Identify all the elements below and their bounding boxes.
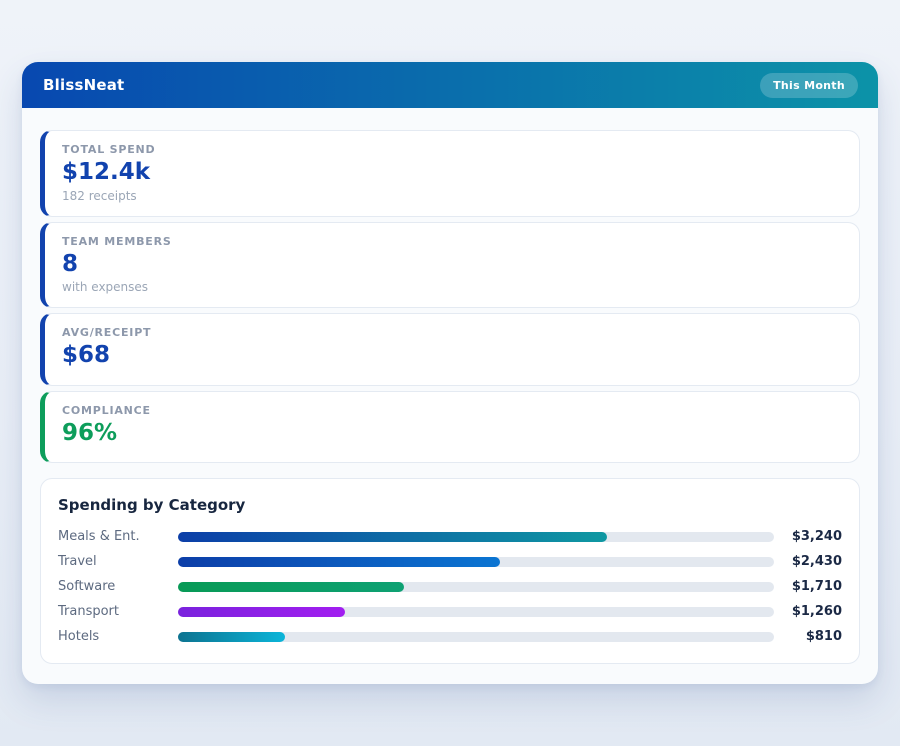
category-value: $810 xyxy=(774,629,842,644)
stat-label: AVG/RECEIPT xyxy=(62,326,842,339)
stat-value: $68 xyxy=(62,342,842,370)
stat-sub: with expenses xyxy=(62,280,842,294)
dashboard-panel: BlissNeat This Month TOTAL SPEND $12.4k … xyxy=(22,62,878,684)
stat-value: 96% xyxy=(62,420,842,448)
stat-card: AVG/RECEIPT $68 xyxy=(40,313,860,386)
category-row: Hotels $810 xyxy=(58,624,842,649)
app-header: BlissNeat This Month xyxy=(22,62,878,108)
dashboard-content: TOTAL SPEND $12.4k 182 receipts TEAM MEM… xyxy=(22,108,878,664)
category-row: Meals & Ent. $3,240 xyxy=(58,524,842,549)
bar-fill xyxy=(178,557,500,567)
category-value: $2,430 xyxy=(774,554,842,569)
stat-card: TEAM MEMBERS 8 with expenses xyxy=(40,222,860,309)
bar-track xyxy=(178,557,774,567)
category-label: Software xyxy=(58,579,178,594)
category-label: Hotels xyxy=(58,629,178,644)
category-value: $1,710 xyxy=(774,579,842,594)
bar-fill xyxy=(178,582,404,592)
app-title: BlissNeat xyxy=(43,76,124,94)
bar-track xyxy=(178,607,774,617)
bar-fill xyxy=(178,632,285,642)
stat-card: TOTAL SPEND $12.4k 182 receipts xyxy=(40,130,860,217)
category-row: Transport $1,260 xyxy=(58,599,842,624)
category-label: Meals & Ent. xyxy=(58,529,178,544)
category-row: Software $1,710 xyxy=(58,574,842,599)
category-label: Travel xyxy=(58,554,178,569)
category-value: $3,240 xyxy=(774,529,842,544)
category-row: Travel $2,430 xyxy=(58,549,842,574)
stat-label: TEAM MEMBERS xyxy=(62,235,842,248)
bar-track xyxy=(178,582,774,592)
spending-by-category-card: Spending by Category Meals & Ent. $3,240… xyxy=(40,478,860,664)
stat-card: COMPLIANCE 96% xyxy=(40,391,860,464)
bar-track xyxy=(178,532,774,542)
bar-fill xyxy=(178,532,607,542)
stat-value: $12.4k xyxy=(62,159,842,187)
bar-track xyxy=(178,632,774,642)
category-label: Transport xyxy=(58,604,178,619)
category-value: $1,260 xyxy=(774,604,842,619)
stat-value: 8 xyxy=(62,251,842,279)
stat-label: TOTAL SPEND xyxy=(62,143,842,156)
period-badge[interactable]: This Month xyxy=(760,73,858,98)
spending-title: Spending by Category xyxy=(58,496,842,514)
bar-fill xyxy=(178,607,345,617)
page-background: BlissNeat This Month TOTAL SPEND $12.4k … xyxy=(0,0,900,746)
stat-sub: 182 receipts xyxy=(62,189,842,203)
stat-label: COMPLIANCE xyxy=(62,404,842,417)
category-list: Meals & Ent. $3,240 Travel $2,430 Softwa… xyxy=(58,524,842,649)
